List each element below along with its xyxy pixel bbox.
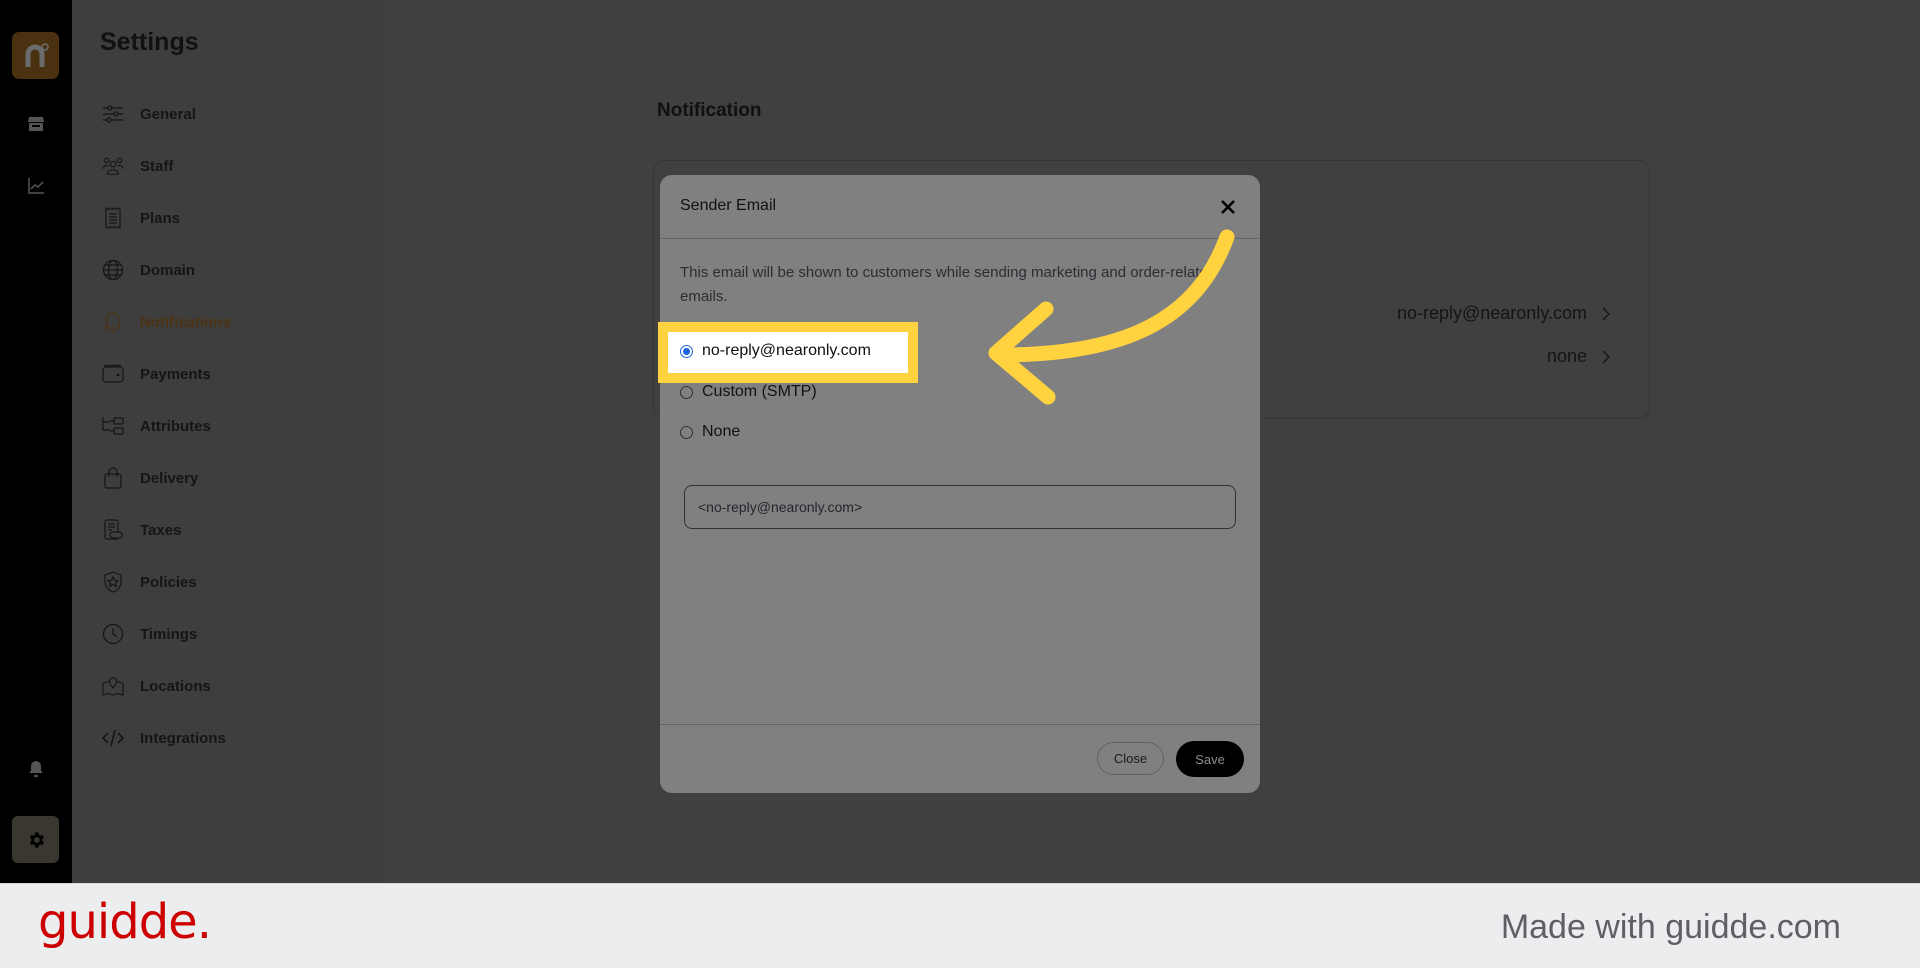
option-none[interactable]: None (680, 423, 740, 441)
highlight-box: no-reply@nearonly.com (658, 322, 918, 383)
logo-icon (25, 42, 49, 67)
option-label: no-reply@nearonly.com (702, 342, 871, 359)
sidebar-item-label: Timings (140, 625, 198, 643)
sidebar-item-label: General (140, 105, 196, 123)
highlighted-option-no-reply[interactable]: no-reply@nearonly.com (680, 342, 871, 360)
sidebar-item-label: Plans (140, 209, 181, 227)
sidebar-item-attributes[interactable]: Attributes (102, 410, 211, 442)
second-setting-row[interactable]: none (1547, 346, 1611, 367)
option-custom-smtp[interactable]: Custom (SMTP) (680, 383, 817, 401)
sidebar-item-label: Staff (140, 157, 174, 175)
sidebar-item-locations[interactable]: Locations (102, 670, 211, 702)
chevron-right-icon (1602, 350, 1610, 363)
sidebar-item-notifications[interactable]: Notifications (102, 306, 231, 338)
sidebar-item-label: Integrations (140, 729, 226, 747)
sidebar-item-domain[interactable]: Domain (102, 254, 195, 286)
sender-email-input[interactable] (684, 485, 1236, 529)
close-icon[interactable] (1218, 197, 1238, 217)
second-setting-value: none (1546, 346, 1587, 366)
made-with-text: Made with guidde.com (1500, 908, 1841, 946)
gear-icon (29, 832, 44, 847)
chart-icon[interactable] (24, 174, 48, 198)
app-rail (0, 0, 72, 883)
sidebar-item-payments[interactable]: Payments (102, 358, 211, 390)
sidebar-item-general[interactable]: General (102, 98, 196, 130)
sidebar-item-plans[interactable]: Plans (102, 202, 180, 234)
sidebar-item-label: Domain (140, 261, 196, 279)
sidebar-item-label: Policies (140, 573, 197, 591)
guidde-logo: guidde. (38, 894, 212, 950)
sidebar-item-policies[interactable]: Policies (102, 566, 197, 598)
page-title: Notification (657, 100, 762, 121)
wallet-icon (102, 363, 124, 385)
radio-none[interactable] (680, 425, 693, 439)
sidebar-item-delivery[interactable]: Delivery (102, 462, 198, 494)
sidebar-title: Settings (100, 28, 199, 56)
sender-email-modal: Sender Email This email will be shown to… (660, 175, 1260, 793)
map-pin-icon (102, 675, 124, 697)
users-icon (102, 155, 124, 177)
modal-title: Sender Email (680, 197, 777, 214)
settings-button[interactable] (12, 816, 59, 863)
guidde-footer: guidde. Made with guidde.com (0, 883, 1920, 968)
sidebar-item-label: Payments (140, 365, 211, 383)
store-icon[interactable] (24, 112, 48, 136)
sidebar-item-label: Taxes (140, 521, 182, 539)
bag-icon (102, 467, 124, 489)
sidebar-item-label: Notifications (140, 313, 231, 331)
sidebar-item-label: Attributes (140, 417, 211, 435)
radio-no-reply-highlighted[interactable] (680, 344, 693, 358)
option-label: Custom (SMTP) (702, 383, 817, 400)
modal-header: Sender Email (660, 175, 1260, 239)
sidebar-item-timings[interactable]: Timings (102, 618, 197, 650)
save-button[interactable]: Save (1176, 741, 1244, 777)
clock-icon (102, 623, 124, 645)
sender-email-value: no-reply@nearonly.com (1396, 303, 1587, 323)
modal-description: This email will be shown to customers wh… (680, 264, 1217, 305)
app-logo[interactable] (12, 32, 59, 79)
sliders-icon (102, 103, 124, 125)
sidebar-item-staff[interactable]: Staff (102, 150, 173, 182)
globe-icon (102, 259, 124, 281)
bell-icon[interactable] (24, 757, 48, 781)
sender-email-row[interactable]: no-reply@nearonly.com (1397, 303, 1611, 324)
radio-custom-smtp[interactable] (680, 385, 693, 399)
tax-receipt-icon (102, 519, 124, 541)
sidebar-item-label: Delivery (140, 469, 199, 487)
sidebar-item-taxes[interactable]: Taxes (102, 514, 181, 546)
shield-star-icon (102, 571, 124, 593)
modal-footer (660, 724, 1260, 793)
sidebar-item-label: Locations (140, 677, 211, 695)
sidebar-item-integrations[interactable]: Integrations (102, 722, 226, 754)
close-button[interactable]: Close (1097, 742, 1164, 775)
option-label: None (702, 423, 741, 440)
settings-sidebar: Settings General Staff Plans Domain Noti… (72, 0, 384, 883)
receipt-icon (102, 207, 124, 229)
hierarchy-icon (102, 415, 124, 437)
chevron-right-icon (1602, 307, 1610, 320)
bell-icon (102, 311, 124, 333)
code-icon (102, 727, 124, 749)
